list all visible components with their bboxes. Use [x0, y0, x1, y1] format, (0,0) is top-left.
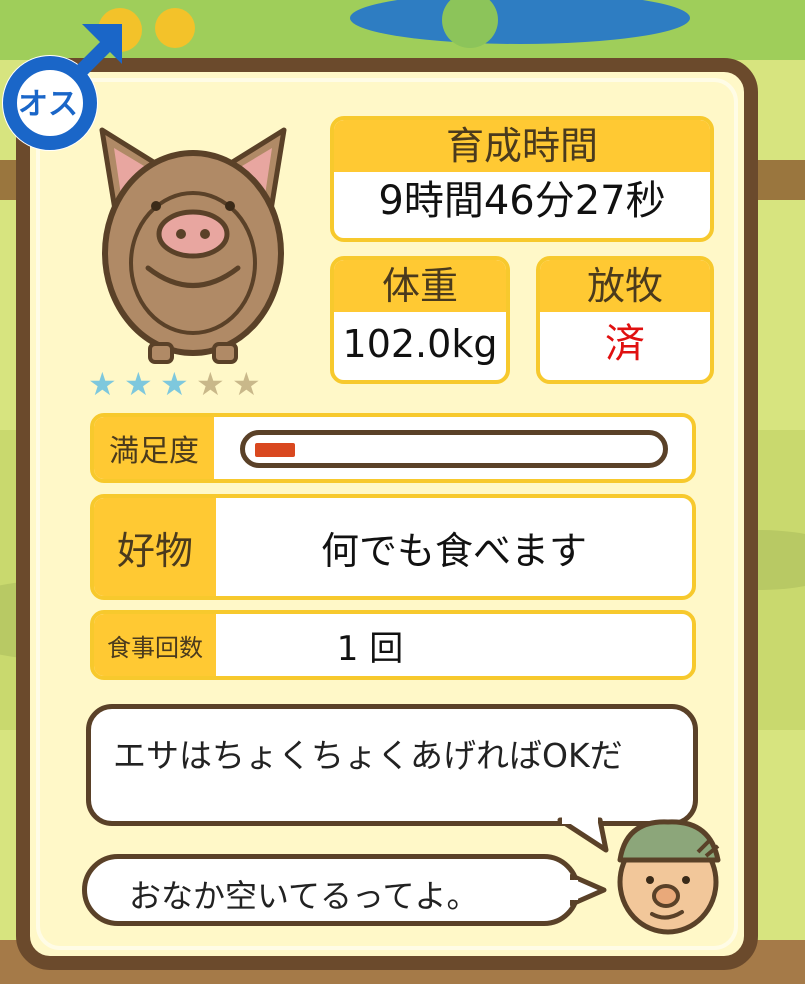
favorite-value: 何でも食べます	[320, 528, 587, 573]
satisfaction-row: 満足度	[90, 413, 696, 483]
star-filled-icon: ★	[160, 365, 189, 403]
growth-time-value: 9時間46分27秒	[378, 178, 666, 224]
satisfaction-gauge	[240, 430, 668, 468]
pig-bubble-tail	[570, 873, 607, 907]
pig-speech-bubble: おなか空いてるってよ。	[82, 854, 580, 926]
farmer-speech-text: エサはちょくちょくあげればOKだ	[113, 736, 623, 775]
star-filled-icon: ★	[88, 365, 117, 403]
weight-box: 体重 102.0kg	[330, 256, 510, 384]
favorite-label: 好物	[94, 498, 216, 596]
favorite-row: 好物 何でも食べます	[90, 494, 696, 600]
weight-label: 体重	[334, 260, 506, 312]
satisfaction-label: 満足度	[94, 417, 214, 479]
satisfaction-gauge-fill	[255, 443, 295, 457]
pig-speech-text: おなか空いてるってよ。	[129, 877, 479, 915]
pig-portrait	[99, 127, 287, 364]
badge-text: オス	[18, 87, 78, 122]
weight-value: 102.0kg	[342, 322, 498, 366]
grazing-box: 放牧 済	[536, 256, 714, 384]
farmer-speech-bubble: エサはちょくちょくあげればOKだ	[86, 704, 698, 826]
meals-label: 食事回数	[94, 614, 216, 676]
meals-row: 食事回数 1 回	[90, 610, 696, 680]
star-empty-icon: ★	[196, 365, 225, 403]
grazing-value: 済	[605, 321, 645, 367]
star-empty-icon: ★	[232, 365, 261, 403]
growth-time-label: 育成時間	[334, 120, 710, 172]
farmer-face-icon[interactable]	[606, 810, 736, 940]
star-filled-icon: ★	[124, 365, 153, 403]
grazing-label: 放牧	[540, 260, 710, 312]
growth-time-box: 育成時間 9時間46分27秒	[330, 116, 714, 242]
meals-value: 1 回	[336, 628, 404, 669]
